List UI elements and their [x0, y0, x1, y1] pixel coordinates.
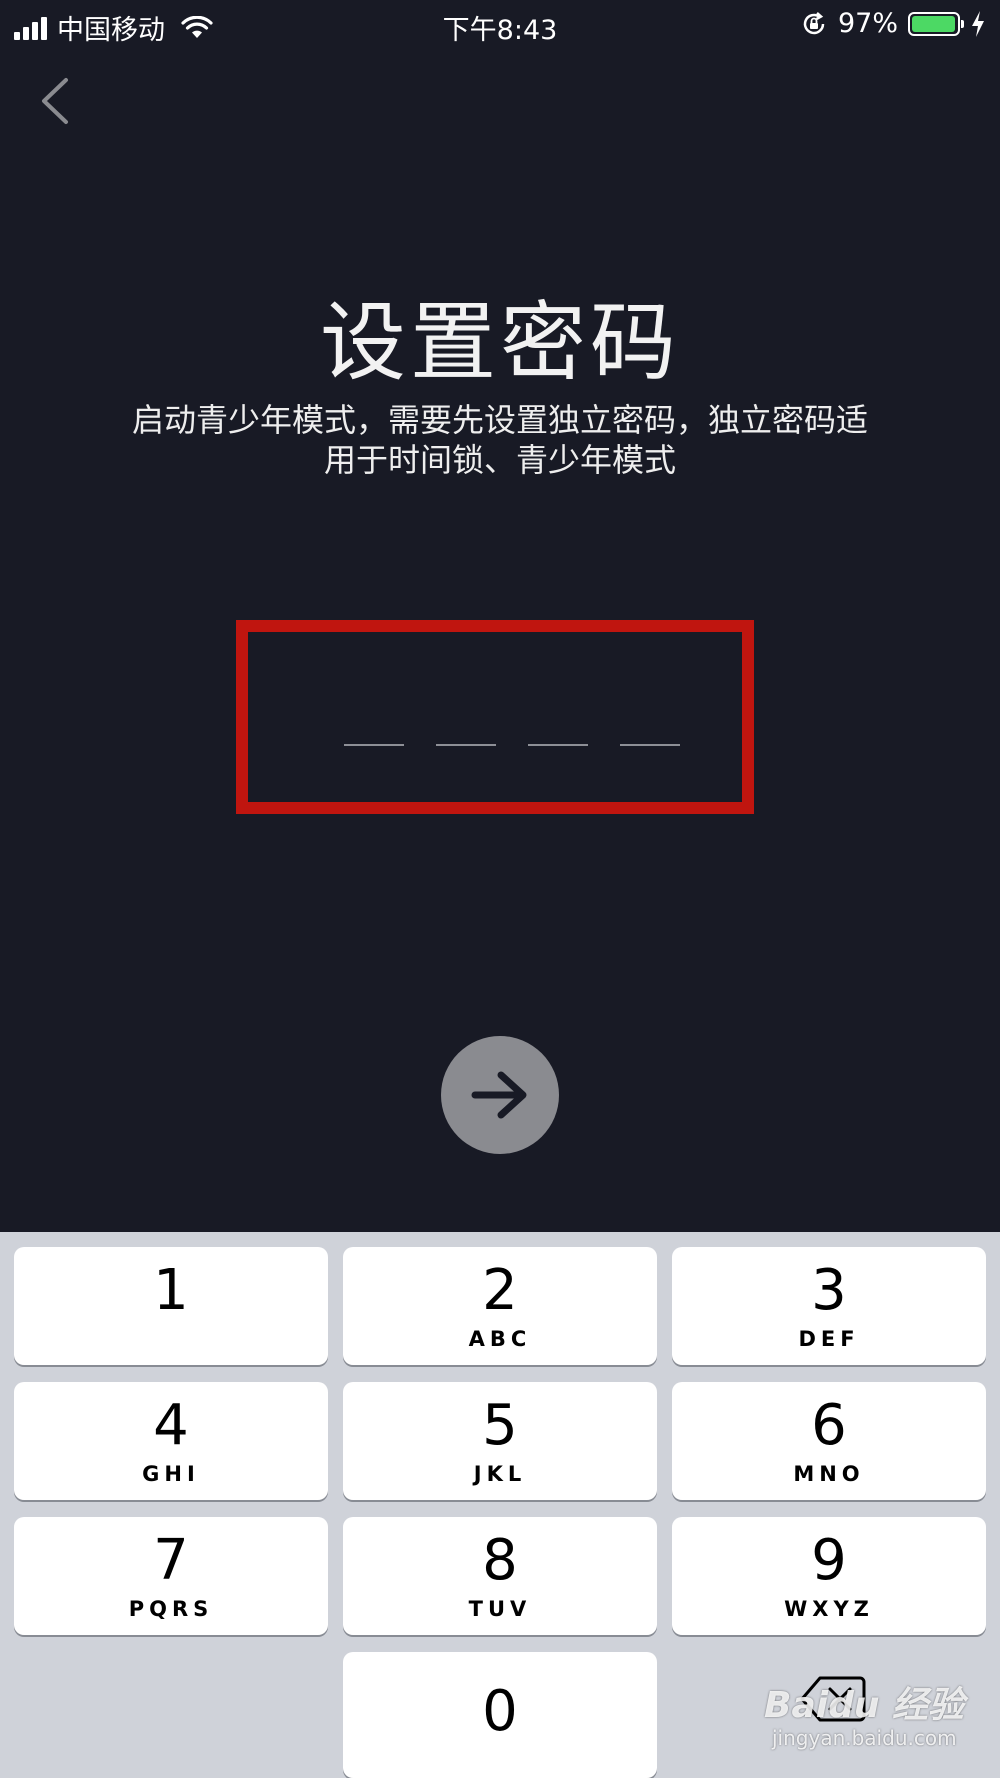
key-letters: GHI: [142, 1462, 200, 1486]
key-digit: 8: [482, 1528, 518, 1593]
key-5[interactable]: 5 JKL: [343, 1382, 657, 1500]
key-letters: DEF: [798, 1327, 860, 1351]
passcode-slot: [344, 744, 404, 746]
key-digit: 1: [153, 1258, 189, 1323]
key-letters: ABC: [468, 1327, 532, 1351]
key-letters: JKL: [473, 1462, 527, 1486]
watermark-url: jingyan.baidu.com: [772, 1726, 957, 1750]
page-subtitle: 启动青少年模式，需要先设置独立密码，独立密码适 用于时间锁、青少年模式: [90, 400, 910, 480]
key-8[interactable]: 8 TUV: [343, 1517, 657, 1635]
subtitle-line-2: 用于时间锁、青少年模式: [323, 441, 676, 479]
passcode-slot: [620, 744, 680, 746]
battery-level-fill: [912, 15, 955, 32]
status-bar: 中国移动 下午8:43 97%: [0, 0, 1000, 50]
key-1[interactable]: 1: [14, 1247, 328, 1365]
passcode-slot: [528, 744, 588, 746]
arrow-right-icon: [471, 1071, 527, 1119]
key-digit: 2: [482, 1258, 518, 1323]
key-digit: 5: [482, 1393, 518, 1458]
key-letters: MNO: [793, 1462, 865, 1486]
charging-icon: [972, 10, 984, 37]
key-4[interactable]: 4 GHI: [14, 1382, 328, 1500]
key-6[interactable]: 6 MNO: [672, 1382, 986, 1500]
key-digit: 7: [153, 1528, 189, 1593]
key-digit: 0: [482, 1679, 518, 1744]
subtitle-line-1: 启动青少年模式，需要先设置独立密码，独立密码适: [131, 401, 868, 439]
passcode-slot: [436, 744, 496, 746]
page-title: 设置密码: [320, 293, 680, 393]
status-bar-right: 97%: [800, 8, 986, 39]
key-digit: 6: [811, 1393, 847, 1458]
key-letters: WXYZ: [784, 1597, 874, 1621]
key-digit: 9: [811, 1528, 847, 1593]
key-digit: 4: [153, 1393, 189, 1458]
key-letters: TUV: [468, 1597, 532, 1621]
baidu-watermark: Baidu 经验 jingyan.baidu.com: [760, 1676, 970, 1756]
watermark-brand: Baidu 经验: [764, 1685, 965, 1726]
passcode-input[interactable]: [236, 620, 754, 814]
key-9[interactable]: 9 WXYZ: [672, 1517, 986, 1635]
orientation-lock-icon: [803, 11, 825, 34]
next-button[interactable]: [441, 1036, 559, 1154]
key-letters: PQRS: [128, 1597, 214, 1621]
key-7[interactable]: 7 PQRS: [14, 1517, 328, 1635]
key-digit: 3: [811, 1258, 847, 1323]
passcode-slots: [344, 744, 680, 746]
key-2[interactable]: 2 ABC: [343, 1247, 657, 1365]
chevron-left-icon: [42, 78, 68, 124]
key-3[interactable]: 3 DEF: [672, 1247, 986, 1365]
back-button[interactable]: [36, 76, 76, 126]
battery-icon: [908, 11, 964, 36]
key-0[interactable]: 0: [343, 1652, 657, 1778]
battery-percent: 97%: [837, 8, 898, 39]
